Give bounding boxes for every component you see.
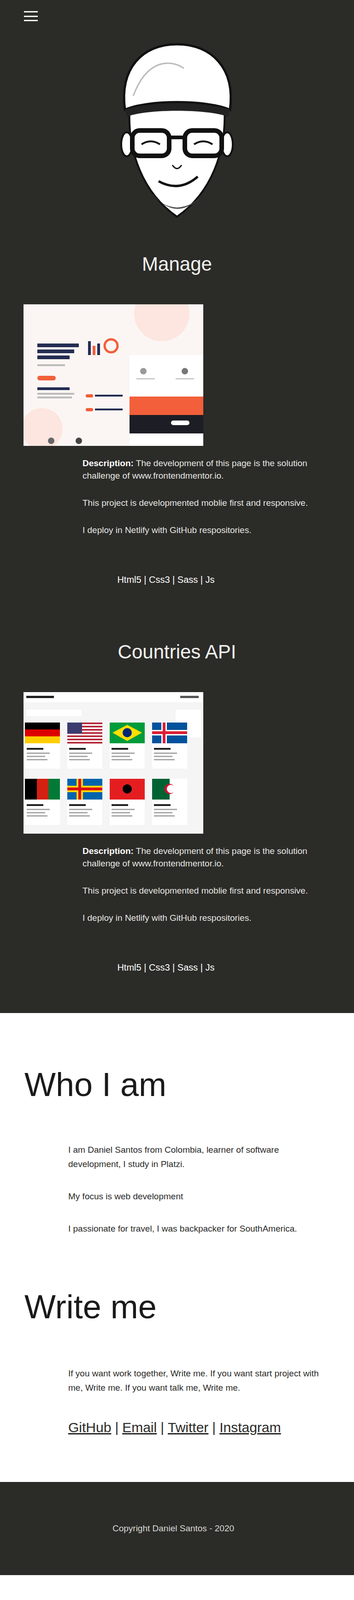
description-paragraph: Description: The development of this pag… <box>82 844 341 870</box>
contact-title: Write me <box>24 1286 354 1327</box>
project-tech: Html5 | Css3 | Sass | Js <box>0 572 332 586</box>
menu-bar-icon <box>23 11 38 13</box>
contact-text: If you want work together, Write me. If … <box>68 1365 327 1395</box>
contact-paragraph: If you want work together, Write me. If … <box>68 1365 327 1395</box>
description-paragraph: Description: The development of this pag… <box>82 456 341 482</box>
link-separator: | <box>114 1417 119 1437</box>
description-paragraph: I deploy in Netlify with GitHub resposit… <box>82 911 341 924</box>
project-description: Description: The development of this pag… <box>82 844 341 924</box>
project-preview[interactable] <box>23 304 204 446</box>
project-tech: Html5 | Css3 | Sass | Js <box>0 960 332 974</box>
avatar <box>114 40 240 221</box>
about-paragraph: I am Daniel Santos from Colombia, learne… <box>68 1142 327 1171</box>
link-separator: | <box>160 1417 165 1437</box>
description-paragraph: This project is developmented moblie fir… <box>82 884 341 897</box>
menu-bar-icon <box>23 19 38 22</box>
countries-preview <box>23 691 204 834</box>
about-text: I am Daniel Santos from Colombia, learne… <box>68 1142 327 1236</box>
about-title: Who I am <box>24 1064 354 1104</box>
social-link[interactable]: Instagram <box>219 1417 281 1437</box>
avatar-icon <box>114 40 240 221</box>
social-link[interactable]: Email <box>122 1417 157 1437</box>
project-title: Countries API <box>0 640 354 664</box>
project-description: Description: The development of this pag… <box>82 456 341 537</box>
description-label: Description: <box>82 458 134 468</box>
social-links: GitHub|Email|Twitter|Instagram <box>68 1417 354 1437</box>
manage-preview <box>23 304 204 446</box>
menu-bar-icon <box>23 15 38 18</box>
copyright: Copyright Daniel Santos - 2020 <box>112 1522 235 1534</box>
menu-button[interactable] <box>23 11 38 22</box>
project-card: Manage Description: The development of th… <box>0 252 354 586</box>
footer: Copyright Daniel Santos - 2020 <box>0 1481 354 1575</box>
about-section: Who I am I am Daniel Santos from Colombia… <box>0 1012 354 1482</box>
description-label: Description: <box>82 845 134 856</box>
description-paragraph: This project is developmented moblie fir… <box>82 496 341 509</box>
project-title: Manage <box>0 252 354 276</box>
social-link[interactable]: GitHub <box>68 1417 112 1437</box>
about-paragraph: I passionate for travel, I was backpacke… <box>68 1221 327 1236</box>
project-preview[interactable] <box>23 691 204 834</box>
about-paragraph: My focus is web development <box>68 1188 327 1204</box>
link-separator: | <box>212 1417 216 1437</box>
social-link[interactable]: Twitter <box>167 1417 209 1437</box>
portfolio-page: Manage Description: The development of th… <box>0 0 354 1575</box>
projects-section: Manage Description: The development of th… <box>0 0 354 1013</box>
project-card: Countries API Description: The developmen… <box>0 640 354 974</box>
description-paragraph: I deploy in Netlify with GitHub resposit… <box>82 523 341 537</box>
